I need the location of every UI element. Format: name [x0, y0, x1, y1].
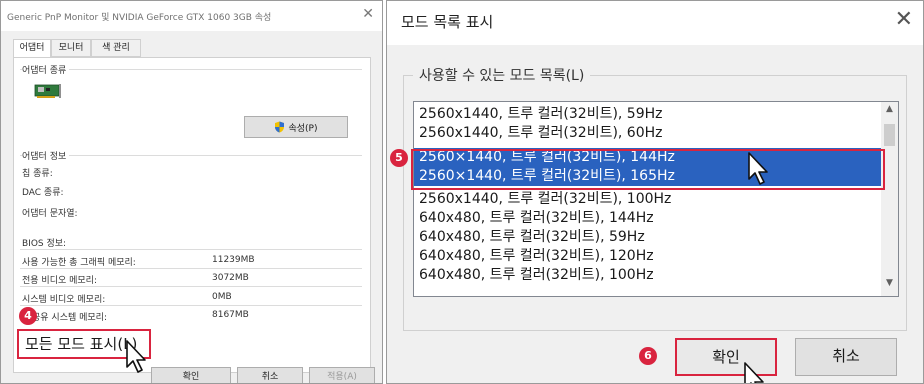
tab-adapter[interactable]: 어댑터 — [13, 39, 51, 58]
adapter-properties-window: Generic PnP Monitor 및 NVIDIA GeForce GTX… — [0, 0, 383, 384]
divider — [20, 286, 362, 287]
total-graphics-memory-value: 11239MB — [212, 255, 255, 265]
adapter-card-icon — [34, 84, 61, 98]
list-item[interactable]: 640x480, 트루 컬러(32비트), 120Hz — [414, 247, 882, 266]
step-5-badge: 5 — [390, 149, 408, 167]
list-item[interactable]: 640x480, 트루 컬러(32비트), 144Hz — [414, 209, 882, 228]
properties-button[interactable]: 속성(P) — [244, 116, 348, 138]
list-item[interactable]: 2560x1440, 트루 컬러(32비트), 59Hz — [414, 105, 882, 124]
tab-color-management[interactable]: 색 관리 — [91, 39, 141, 57]
ok-button[interactable]: 확인 — [151, 367, 231, 383]
adapter-string-label: 어댑터 문자열: — [22, 209, 78, 219]
cancel-button[interactable]: 취소 — [795, 338, 897, 376]
list-item[interactable]: 640x480, 트루 컬러(32비트), 59Hz — [414, 228, 882, 247]
properties-button-label: 속성(P) — [288, 123, 318, 134]
shield-icon — [275, 121, 285, 133]
dedicated-video-memory-label: 전용 비디오 메모리: — [22, 276, 97, 286]
step-6-badge: 6 — [639, 347, 657, 365]
apply-button[interactable]: 적용(A) — [309, 367, 375, 383]
dialog-body: 사용할 수 있는 모드 목록(L) 2560x1440, 트루 컬러(32비트)… — [387, 45, 923, 383]
mouse-pointer-icon — [744, 362, 764, 383]
cancel-button[interactable]: 취소 — [237, 367, 303, 383]
shared-system-memory-label: 공유 시스템 메모리: — [32, 313, 107, 323]
scrollbar-thumb[interactable] — [884, 124, 895, 146]
step-4-badge: 4 — [19, 307, 37, 325]
chip-type-label: 칩 종류: — [22, 169, 53, 179]
modes-list-label: 사용할 수 있는 모드 목록(L) — [413, 65, 591, 85]
adapter-type-group-label: 어댑터 종류 — [22, 63, 70, 76]
system-video-memory-label: 시스템 비디오 메모리: — [22, 295, 106, 305]
selection-highlight-box — [411, 149, 885, 190]
list-all-modes-dialog: 모드 목록 표시 ✕ 사용할 수 있는 모드 목록(L) 2560x1440, … — [386, 0, 924, 384]
title-bar: Generic PnP Monitor 및 NVIDIA GeForce GTX… — [1, 1, 382, 31]
shared-system-memory-value: 8167MB — [212, 310, 249, 320]
divider — [20, 249, 362, 250]
close-icon[interactable]: ✕ — [362, 6, 374, 22]
vertical-scrollbar[interactable]: ▲ ▼ — [881, 102, 898, 296]
close-icon[interactable]: ✕ — [895, 7, 913, 32]
modes-listbox[interactable]: 2560x1440, 트루 컬러(32비트), 59Hz 2560x1440, … — [413, 101, 899, 297]
list-item[interactable]: 2560x1440, 트루 컬러(32비트), 100Hz — [414, 190, 882, 209]
dialog-title: 모드 목록 표시 — [401, 13, 494, 31]
divider — [20, 305, 362, 306]
tab-monitor[interactable]: 모니터 — [51, 39, 91, 57]
list-item[interactable]: 640x480, 트루 컬러(32비트), 100Hz — [414, 266, 882, 285]
group-divider — [20, 69, 362, 70]
window-title: Generic PnP Monitor 및 NVIDIA GeForce GTX… — [7, 13, 272, 23]
system-video-memory-value: 0MB — [212, 292, 232, 302]
group-divider — [20, 155, 362, 156]
scroll-down-icon[interactable]: ▼ — [881, 278, 898, 292]
adapter-info-group-label: 어댑터 정보 — [22, 149, 70, 162]
divider — [20, 268, 362, 269]
mouse-pointer-icon — [748, 152, 768, 185]
list-item[interactable]: 2560x1440, 트루 컬러(32비트), 60Hz — [414, 124, 882, 143]
adapter-tab-panel: 어댑터 종류 속성(P) 어댑터 정보 칩 종류: DAC 종류: 어댑터 문자… — [13, 57, 371, 373]
bios-info-label: BIOS 정보: — [22, 239, 67, 249]
dedicated-video-memory-value: 3072MB — [212, 273, 249, 283]
total-graphics-memory-label: 사용 가능한 총 그래픽 메모리: — [22, 258, 136, 268]
scroll-up-icon[interactable]: ▲ — [881, 104, 898, 118]
mouse-pointer-icon — [126, 340, 146, 373]
dac-type-label: DAC 종류: — [22, 188, 64, 198]
